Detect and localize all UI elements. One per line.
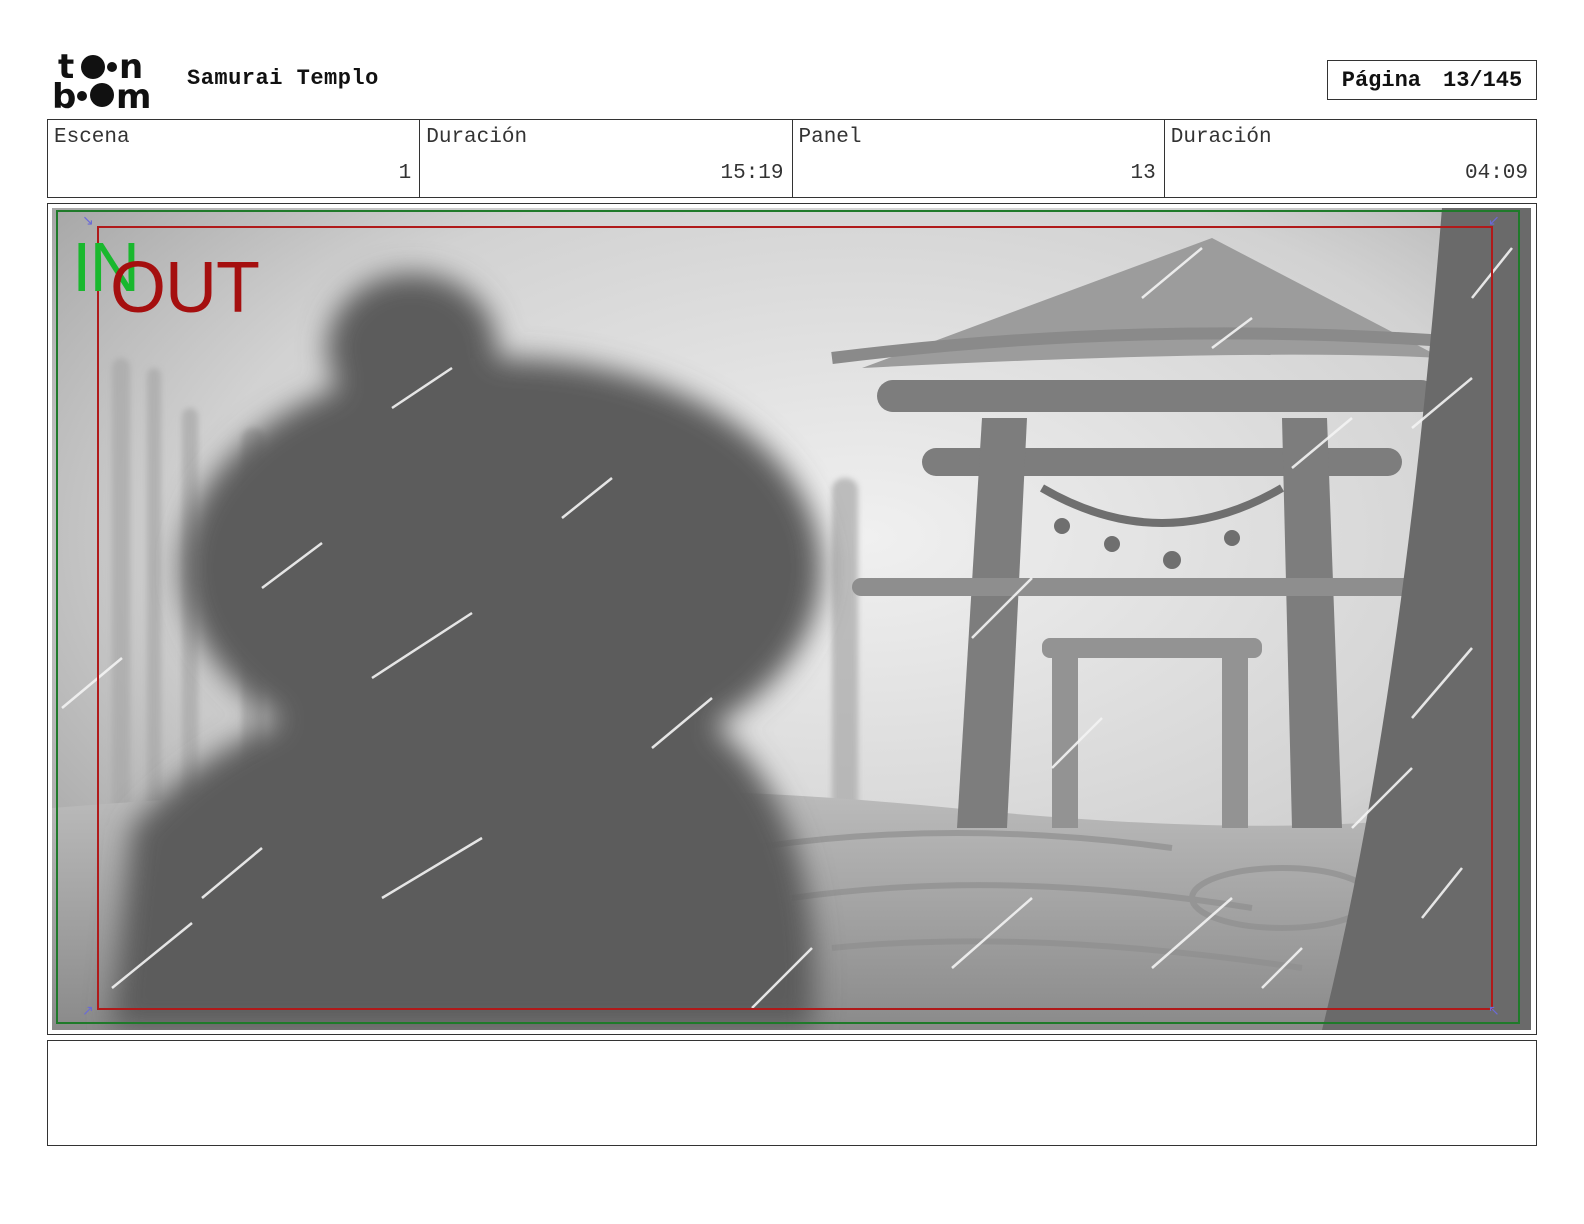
panel-info-table: Escena 1 Duración 15:19 Panel 13 Duració…: [47, 119, 1537, 198]
frame-corner-arrow-icon: ↘: [82, 213, 94, 229]
scene-label: Escena: [54, 126, 130, 149]
page-label: Página: [1341, 67, 1421, 93]
panel-value: 13: [1130, 162, 1156, 185]
storyboard-panel: ↘ ↙ ↗ ↖ IN OUT: [47, 203, 1537, 1035]
out-frame-border: [97, 226, 1493, 1010]
frame-corner-arrow-icon: ↗: [82, 1003, 94, 1019]
scene-duration-cell: Duración 15:19: [420, 120, 793, 197]
scene-duration-label: Duración: [426, 126, 528, 149]
svg-text:m: m: [116, 77, 151, 112]
panel-duration-value: 04:09: [1464, 162, 1528, 185]
panel-duration-cell: Duración 04:09: [1165, 120, 1536, 197]
panel-label: Panel: [798, 126, 862, 149]
toonboom-logo: t n b m: [52, 50, 164, 112]
out-frame-label: OUT: [110, 248, 260, 328]
frame-corner-arrow-icon: ↖: [1488, 1003, 1500, 1019]
scene-value: 1: [398, 162, 412, 185]
page-value: 13/145: [1443, 67, 1523, 93]
page-indicator: Página 13/145: [1327, 60, 1537, 100]
scene-cell: Escena 1: [48, 120, 421, 197]
project-title: Samurai Templo: [187, 66, 379, 91]
svg-text:b: b: [52, 77, 76, 112]
panel-cell: Panel 13: [793, 120, 1165, 197]
panel-notes-box[interactable]: [47, 1040, 1537, 1146]
panel-duration-label: Duración: [1170, 126, 1272, 149]
frame-corner-arrow-icon: ↙: [1488, 213, 1500, 229]
scene-duration-value: 15:19: [720, 162, 784, 185]
